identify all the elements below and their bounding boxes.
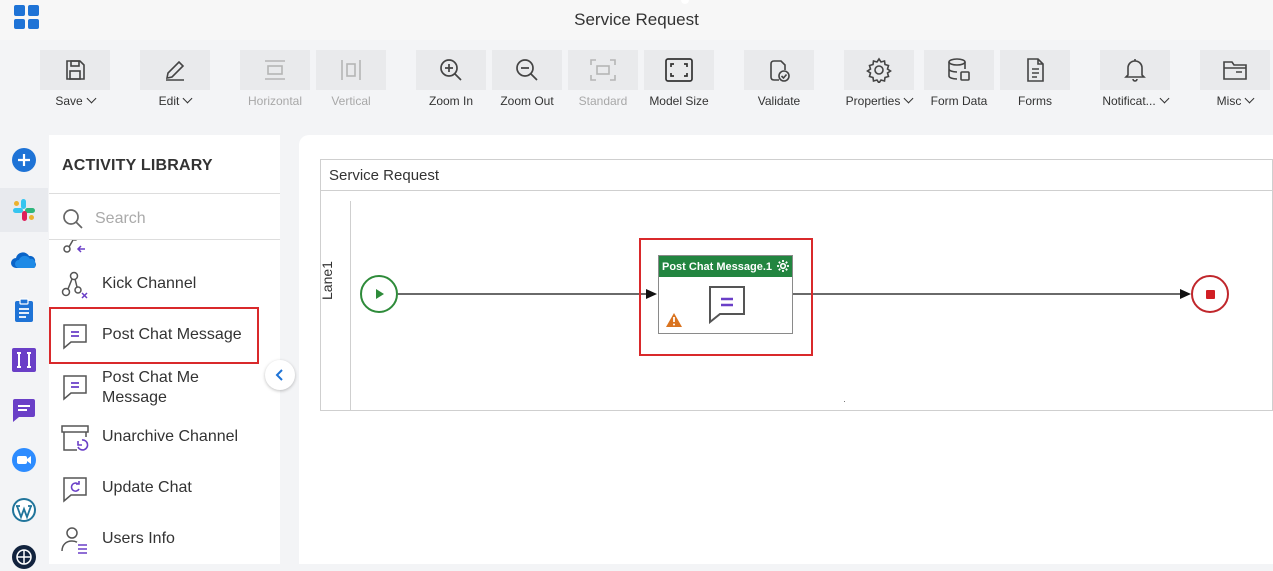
list-item-label: Kick Channel — [102, 275, 197, 292]
list-item-label: Users Info — [102, 530, 175, 547]
wordpress-icon[interactable] — [10, 496, 38, 524]
chevron-down-icon — [903, 93, 914, 104]
search-input[interactable]: Search — [95, 210, 146, 228]
zoom-video-icon[interactable] — [10, 446, 38, 474]
list-item-label: Unarchive Channel — [102, 428, 239, 445]
update-chat-icon — [60, 474, 90, 504]
fit-screen-icon — [665, 58, 693, 82]
zoom-out-icon — [516, 59, 538, 81]
validate-label: Validate — [757, 94, 801, 108]
highlight-box — [49, 307, 259, 364]
save-button[interactable]: Save — [40, 50, 110, 112]
list-item-label: Update Chat — [102, 479, 192, 496]
lane-divider — [350, 201, 351, 411]
search-icon — [63, 209, 83, 229]
start-event[interactable] — [360, 275, 398, 313]
warning-icon — [666, 313, 682, 327]
bell-icon — [1124, 59, 1146, 82]
horizontal-button[interactable]: Horizontal — [240, 50, 310, 112]
horizontal-align-icon — [265, 60, 285, 80]
notifications-label: Notificat... — [1102, 94, 1156, 108]
save-label: Save — [55, 94, 83, 108]
model-size-button[interactable]: Model Size — [644, 50, 714, 112]
chat-message-icon — [60, 372, 90, 402]
folder-icon — [1223, 61, 1247, 80]
list-item-unarchive-channel[interactable]: Unarchive Channel — [49, 415, 280, 459]
list-item[interactable] — [49, 240, 280, 262]
users-info-icon — [60, 525, 90, 555]
task-label: Post Chat Message.1 — [662, 261, 773, 273]
forms-icon — [1027, 58, 1044, 82]
zoom-in-icon — [440, 59, 462, 81]
edit-button[interactable]: Edit — [140, 50, 210, 112]
unarchive-icon — [60, 423, 90, 453]
lane-label: Lane1 — [319, 261, 335, 300]
database-icon — [948, 58, 970, 81]
channel-arrow-icon — [60, 240, 90, 256]
slack-icon[interactable] — [10, 196, 38, 224]
standard-size-icon — [590, 59, 616, 81]
vertical-align-icon — [341, 60, 361, 80]
pool-title: Service Request — [329, 167, 440, 184]
chat-message-icon — [709, 286, 745, 324]
post-chat-message-task[interactable]: Post Chat Message.1 — [658, 255, 793, 334]
text-integration-icon[interactable] — [10, 346, 38, 374]
chevron-left-icon — [275, 369, 283, 381]
toolbar: Save Edit Horizontal Vertical Zoom In Zo… — [0, 40, 1273, 116]
edit-label: Edit — [158, 94, 180, 108]
divider — [49, 193, 280, 194]
forms-button[interactable]: Forms — [1000, 50, 1070, 112]
chevron-down-icon — [86, 93, 97, 104]
list-item-users-info[interactable]: Users Info — [49, 517, 280, 561]
validate-icon — [770, 60, 790, 82]
title-bar: Service Request — [0, 0, 1273, 40]
vertical-label: Vertical — [331, 94, 371, 108]
list-item-kick-channel[interactable]: Kick Channel — [49, 262, 280, 306]
zoom-in-button[interactable]: Zoom In — [416, 50, 486, 112]
title-notch — [681, 0, 689, 4]
vertical-button[interactable]: Vertical — [316, 50, 386, 112]
clipboard-icon[interactable] — [10, 296, 38, 324]
library-title: ACTIVITY LIBRARY — [62, 157, 213, 174]
zoom-out-button[interactable]: Zoom Out — [492, 50, 562, 112]
chevron-down-icon — [1244, 93, 1255, 104]
canvas-marker — [844, 401, 845, 402]
kick-channel-icon — [60, 270, 90, 300]
stop-icon — [1205, 289, 1215, 299]
gear-icon — [866, 57, 892, 83]
misc-button[interactable]: Misc — [1200, 50, 1270, 112]
notifications-button[interactable]: Notificat... — [1100, 50, 1170, 112]
library-list: Kick Channel Post Chat Message Post Chat… — [49, 240, 280, 564]
task-header: Post Chat Message.1 — [659, 256, 792, 277]
forms-label: Forms — [1018, 94, 1052, 108]
list-item-label: Post Chat Me Message — [102, 369, 199, 406]
chevron-down-icon — [1159, 93, 1170, 104]
list-item-update-chat[interactable]: Update Chat — [49, 466, 280, 510]
globe-icon[interactable] — [10, 543, 38, 571]
model-size-label: Model Size — [649, 94, 709, 108]
app-sidebar — [0, 135, 49, 569]
play-icon — [376, 289, 384, 299]
save-icon — [66, 60, 85, 80]
chat-icon[interactable] — [10, 396, 38, 424]
form-data-button[interactable]: Form Data — [924, 50, 994, 112]
gear-icon[interactable] — [776, 259, 790, 273]
chevron-down-icon — [182, 93, 193, 104]
properties-label: Properties — [845, 94, 901, 108]
page-title: Service Request — [574, 10, 699, 29]
misc-label: Misc — [1216, 94, 1242, 108]
add-icon[interactable] — [10, 146, 38, 174]
end-event[interactable] — [1191, 275, 1229, 313]
validate-button[interactable]: Validate — [744, 50, 814, 112]
collapse-panel-button[interactable] — [265, 360, 295, 390]
list-item-post-chat-me-message[interactable]: Post Chat Me Message — [49, 364, 280, 414]
divider — [321, 190, 1273, 191]
onedrive-icon[interactable] — [10, 246, 38, 274]
standard-button[interactable]: Standard — [568, 50, 638, 112]
properties-button[interactable]: Properties — [844, 50, 914, 112]
pencil-icon — [165, 60, 185, 81]
